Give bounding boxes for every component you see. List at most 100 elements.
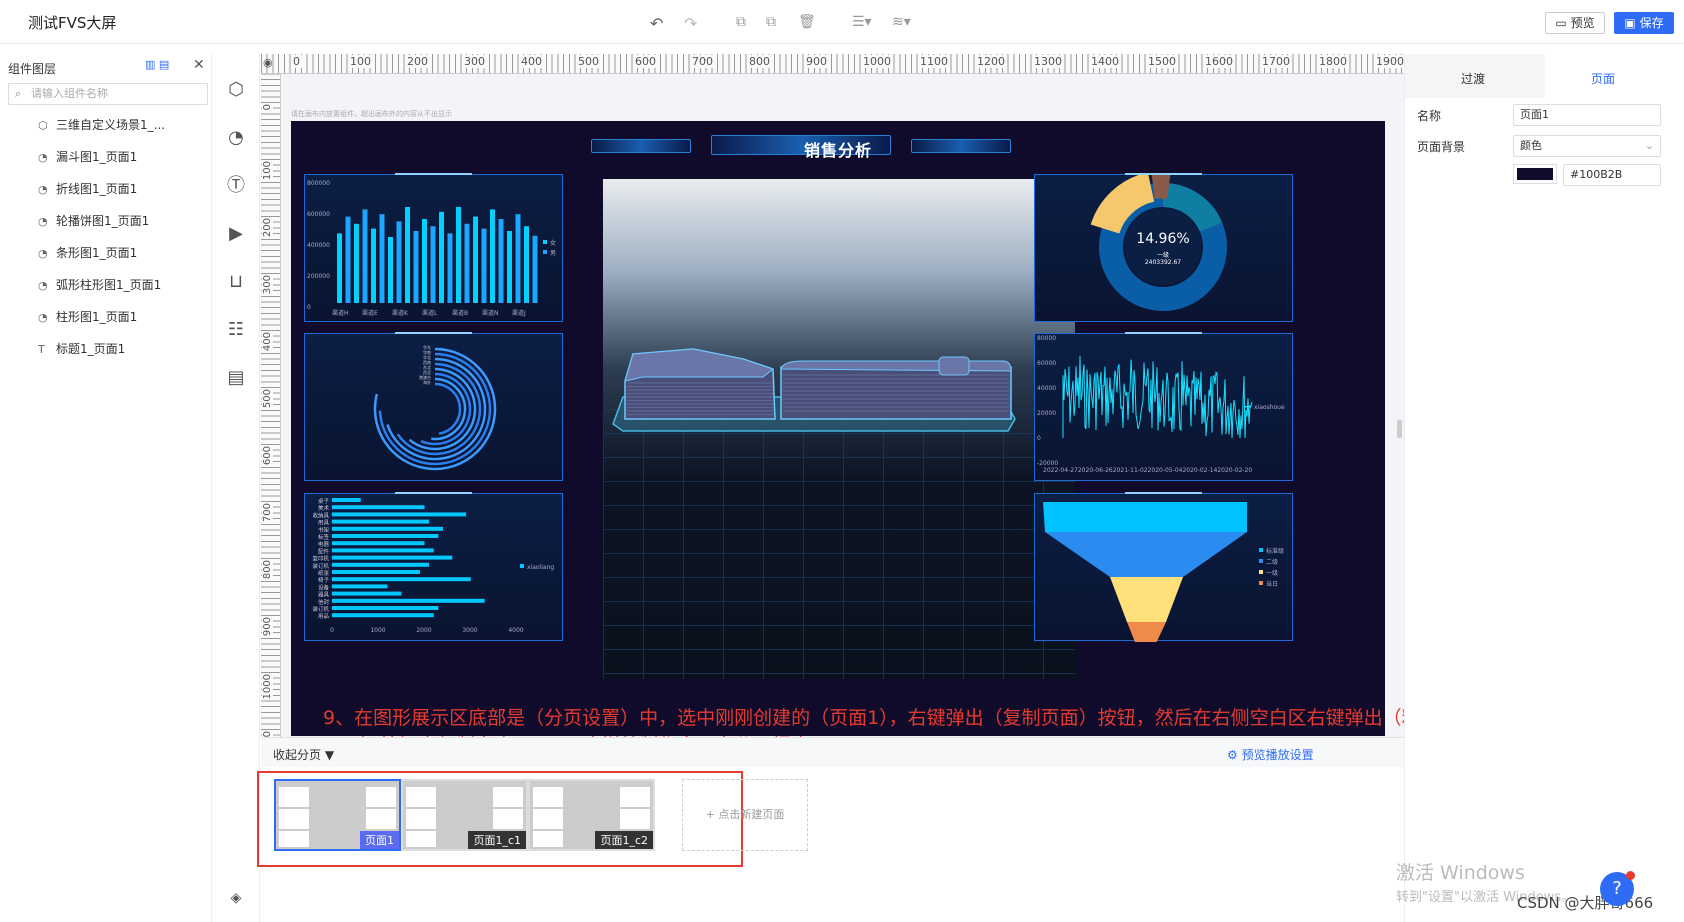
save-button[interactable]: ▣ 保存 [1614,12,1674,34]
page-thumbnail[interactable]: 页面1_c1 [401,779,528,851]
funnel-legend: 二级 [1266,558,1278,566]
preview-settings-link[interactable]: ⚙ 预览播放设置 [1227,746,1314,763]
bar-mark [371,228,376,303]
text-icon: T [38,343,45,356]
collapse-pages-button[interactable]: 收起分页 ▼ [273,746,334,763]
bar-legend: 男 [550,250,556,257]
pager-bar: 收起分页 ▼ ⚙ 预览播放设置 [261,737,1404,767]
ruler-y-label: 700 [262,503,273,523]
screen-title: 销售分析 [803,141,872,160]
ruler-y-label: 400 [262,332,273,352]
pie-chart-icon[interactable]: ◔ [224,126,248,150]
gauge-panel[interactable]: 14.96% 一级 2403392.67 [1034,170,1293,322]
funnel-chart-panel[interactable]: 标准级 二级 一级 当日 [1034,492,1293,652]
hbar-mark [332,555,453,560]
bar-mark [447,233,453,303]
line-series [1062,355,1253,439]
eye-icon[interactable]: ◉ [263,56,279,72]
canvas-area: 0 100 200 300 400 500 600 700 800 900 1000 1100 1200… [257,54,1440,922]
ruler-y-label: 1000 [262,674,273,700]
delete-icon[interactable]: 🗑 [798,14,816,30]
3d-building [612,348,1016,432]
dashboard-screen[interactable]: 销售分析 800000 600000 400000 200000 0 渠道H 渠道E 渠道K 渠… [291,121,1385,736]
copy-icon[interactable]: ⧉ [736,14,746,30]
line-y-tick: 20000 [1037,410,1056,417]
close-icon[interactable]: ✕ [193,57,205,73]
color-hex-input[interactable]: #100B2B [1563,164,1661,186]
3d-scene[interactable] [603,179,1075,679]
page-thumbnail[interactable]: 页面1_c2 [528,779,655,851]
name-label: 名称 [1417,109,1442,123]
bar-chart-panel[interactable]: 800000 600000 400000 200000 0 渠道H 渠道E 渠道K 渠道L 渠道B… [304,173,563,322]
help-button[interactable]: ? [1600,871,1635,906]
layer-search-input[interactable]: ⌕ 请输入组件名称 [8,83,208,105]
layer-item[interactable]: T 标题1_页面1 [38,340,125,358]
hbar-mark [332,577,471,582]
tab-transition[interactable]: 过渡 [1461,70,1485,87]
preview-button[interactable]: ▭ 预览 [1545,12,1605,34]
ruler-y-label: 600 [262,446,273,466]
bar-x-tick: 渠道B [452,309,468,317]
layer-item-label: 轮播饼图1_页面1 [56,214,150,228]
layer-item[interactable]: ◔ 漏斗图1_页面1 [38,148,137,166]
undo-icon[interactable]: ↶ [650,14,663,33]
3d-cube-icon[interactable]: ⬡ [224,78,248,102]
layers-panel: 组件图层 ▥ ▤ ✕ ⌕ 请输入组件名称 ⬡ 三维自定义场景1_... ◔ 漏斗图1_… [0,54,212,922]
arc-bar-chart-panel[interactable]: 华东 华南 华北 西南 东北 西北 港澳台 海外 [304,332,563,481]
table-icon[interactable]: ☷ [224,318,248,342]
gauge-level: 一级 [1156,252,1169,259]
hbar-label: 信封 [318,598,330,606]
bar-mark [532,235,538,303]
paste-icon[interactable]: ⧉ [766,14,776,30]
hbar-mark [332,519,430,524]
horizontal-bar-chart-panel[interactable]: 桌子 美术 收纳具 用具 书架 标签 电器 配件 复印机 装订机 纸张 椅子 设备 器具 信封 装订机 用品 0 1… [304,492,563,641]
redo-icon[interactable]: ↷ [684,14,697,33]
layer-item[interactable]: ⬡ 三维自定义场景1_... [38,116,165,134]
layer-item-label: 标题1_页面1 [56,342,126,356]
layer-item[interactable]: ◔ 弧形柱形图1_页面1 [38,276,161,294]
bar-y-tick: 0 [307,304,311,311]
color-swatch[interactable] [1513,164,1557,184]
bar-mark [354,223,359,303]
hbar-label: 书架 [318,526,330,534]
container-icon[interactable]: ⊔ [224,270,248,294]
funnel-chart: 标准级二级一级当日 [1043,502,1284,652]
layer-item[interactable]: ◔ 条形图1_页面1 [38,244,137,262]
layer-item[interactable]: ◔ 柱形图1_页面1 [38,308,137,326]
line-chart-panel[interactable]: 80000 60000 40000 20000 0 -20000 2022-04-27202… [1034,332,1293,481]
archive-icon[interactable]: ▤ [224,366,248,390]
chart-icon: ◔ [38,215,48,228]
layer-item[interactable]: ◔ 折线图1_页面1 [38,180,137,198]
funnel-legend: 当日 [1266,580,1278,588]
hbar-label: 装订机 [312,562,329,570]
view-toggle-icon[interactable]: ▥ ▤ [145,58,169,71]
layer-order-icon[interactable]: ≋▾ [892,14,911,30]
legend-swatch [543,250,547,254]
legend-swatch [1245,406,1251,408]
page-name-input[interactable]: 页面1 [1513,104,1661,126]
properties-panel: 过渡 页面 名称 页面1 页面背景 颜色 ⌄ #100B2B [1404,54,1684,922]
funnel-layer [1127,622,1166,652]
save-icon: ▣ [1624,16,1640,30]
text-icon[interactable]: Ⓣ [224,174,248,198]
align-icon[interactable]: ☰▾ [852,14,872,30]
funnel-legend: 标准级 [1266,547,1284,555]
tab-page[interactable]: 页面 [1591,70,1615,87]
bar-mark [337,233,342,303]
new-page-button[interactable]: + 点击新建页面 [682,779,808,851]
page-thumbnail-label: 页面1 [360,831,399,849]
layer-item[interactable]: ◔ 轮播饼图1_页面1 [38,212,149,230]
top-bar: 测试FVS大屏 ↶ ↷ ⧉ ⧉ 🗑 ☰▾ ≋▾ ▭ 预览 ▣ 保存 [0,0,1684,44]
ruler-y-label: 300 [262,275,273,295]
arc-bar [434,382,462,435]
donut-chart [1090,170,1227,311]
media-icon[interactable]: ▶ [224,222,248,246]
background-type-select[interactable]: 颜色 ⌄ [1513,135,1661,157]
ruler-x-label: 1300 [1034,55,1064,68]
page-thumbnail[interactable]: 页面1 [274,779,401,851]
hbar-label: 椅子 [318,576,330,584]
bar-mark [430,226,436,303]
layers-icon[interactable]: ◈ [224,886,248,910]
funnel-legend: 一级 [1266,569,1278,577]
canvas-scrollbar[interactable] [1397,420,1402,438]
